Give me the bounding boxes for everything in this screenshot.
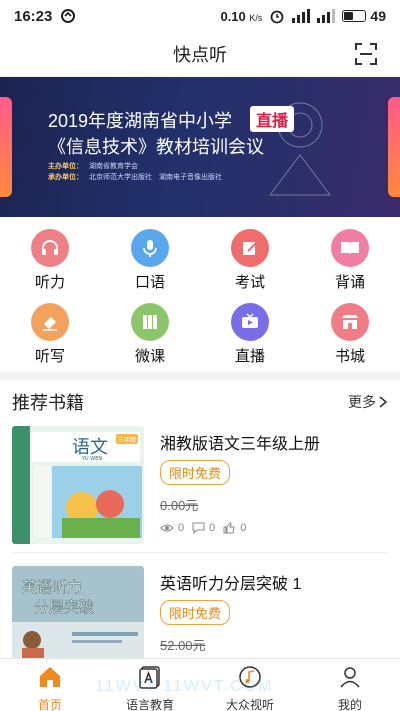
book-title: 英语听力分层突破 1 — [160, 576, 302, 593]
signal-icon — [292, 9, 311, 23]
bottom-nav: 首页 语言教育 大众视听 我的 — [0, 658, 400, 711]
books-icon — [131, 303, 169, 341]
book-item[interactable]: 语文 YU WEN 三年级 湘教版语文三年级上册 限时免费 0.00元 0 0 … — [0, 426, 400, 556]
divider — [12, 552, 388, 553]
menu-item-listening[interactable]: 听力 — [10, 229, 90, 292]
tv-icon — [231, 303, 269, 341]
battery-icon — [342, 10, 367, 22]
menu-label: 微课 — [134, 348, 165, 365]
recommended-books-section: 推荐书籍 更多 语文 YU WEN 三年级 湘教版语文三年级上册 限时免费 0.… — [0, 380, 400, 658]
banner-organizer: 主办单位： 湖南省教育学会 — [48, 163, 138, 170]
book-price: 0.00元 — [160, 498, 199, 513]
music-icon — [239, 666, 261, 688]
promo-banner[interactable]: 2019年度湖南省中小学 直播 《信息技术》教材培训会议 主办单位： 湖南省教育学… — [0, 77, 400, 217]
menu-item-dictation[interactable]: 听写 — [10, 303, 90, 366]
svg-text:分层突破: 分层突破 — [34, 598, 94, 616]
status-bar: 16:23 0.10 K/s 49 — [0, 0, 400, 32]
nav-label: 语言教育 — [125, 698, 174, 711]
menu-label: 书城 — [334, 348, 365, 365]
free-badge: 限时免费 — [160, 600, 231, 625]
menu-item-bookstore[interactable]: 书城 — [310, 303, 390, 366]
book-item[interactable]: 英语听力 分层突破 英语听力分层突破 1 限时免费 52.00元 — [0, 566, 400, 658]
section-title: 推荐书籍 — [12, 393, 84, 413]
page-title: 快点听 — [173, 45, 227, 65]
live-badge: 直播 — [250, 106, 295, 132]
language-icon — [139, 666, 160, 689]
signal-icon-2 — [317, 9, 336, 23]
banner-headline: 2019年度湖南省中小学 — [48, 111, 233, 131]
svg-text:语文: 语文 — [72, 437, 108, 458]
battery-indicator: 49 — [342, 8, 386, 24]
status-time: 16:23 — [14, 7, 53, 25]
eye-icon — [160, 524, 174, 532]
svg-text:三年级: 三年级 — [118, 436, 136, 444]
banner-co-organizers: 承办单位： 北京师范大学出版社 湖南电子音像出版社 — [48, 174, 222, 181]
banner-accent-left — [0, 97, 12, 197]
nav-media[interactable]: 大众视听 — [200, 659, 300, 711]
banner-accent-right — [388, 97, 400, 197]
menu-label: 直播 — [234, 348, 265, 365]
svg-text:YU WEN: YU WEN — [81, 456, 102, 462]
book-cover: 英语听力 分层突破 — [12, 566, 144, 658]
microphone-icon — [131, 229, 169, 267]
eraser-icon — [31, 303, 69, 341]
book-icon — [331, 229, 369, 267]
headphones-icon — [31, 229, 69, 267]
store-icon — [331, 303, 369, 341]
network-speed: 0.10 K/s — [220, 8, 263, 24]
nav-label: 我的 — [337, 698, 362, 711]
nav-home[interactable]: 首页 — [0, 659, 100, 711]
sync-icon — [61, 9, 76, 23]
nav-profile[interactable]: 我的 — [300, 659, 400, 711]
menu-label: 听力 — [34, 274, 65, 291]
book-cover: 语文 YU WEN 三年级 — [12, 426, 144, 544]
scan-icon[interactable] — [354, 42, 378, 66]
nav-label: 首页 — [37, 698, 62, 711]
menu-label: 口语 — [134, 274, 165, 291]
menu-item-live[interactable]: 直播 — [210, 303, 290, 366]
more-link[interactable]: 更多 — [348, 392, 388, 412]
pen-icon — [231, 229, 269, 267]
book-stats: 0 0 0 — [160, 522, 246, 534]
menu-label: 听写 — [34, 348, 65, 365]
menu-item-microlesson[interactable]: 微课 — [110, 303, 190, 366]
comment-icon — [192, 522, 205, 534]
svg-text:英语听力: 英语听力 — [22, 578, 82, 596]
chevron-right-icon — [379, 396, 388, 408]
book-price: 52.00元 — [160, 638, 206, 653]
nav-language-education[interactable]: 语言教育 — [100, 659, 200, 711]
feature-menu: 听力 口语 考试 背诵 听写 微课 直播 书城 — [0, 217, 400, 372]
app-header: 快点听 — [0, 32, 400, 76]
alarm-icon — [271, 10, 284, 24]
thumbs-up-icon — [223, 522, 235, 534]
banner-subheadline: 《信息技术》教材培训会议 — [48, 137, 264, 157]
user-icon — [340, 667, 360, 688]
menu-item-speaking[interactable]: 口语 — [110, 229, 190, 292]
menu-item-recite[interactable]: 背诵 — [310, 229, 390, 292]
menu-item-exam[interactable]: 考试 — [210, 229, 290, 292]
nav-label: 大众视听 — [225, 698, 274, 711]
menu-label: 背诵 — [334, 274, 365, 291]
menu-label: 考试 — [234, 274, 265, 291]
free-badge: 限时免费 — [160, 460, 231, 485]
home-icon — [40, 667, 60, 687]
book-title: 湘教版语文三年级上册 — [160, 436, 321, 453]
